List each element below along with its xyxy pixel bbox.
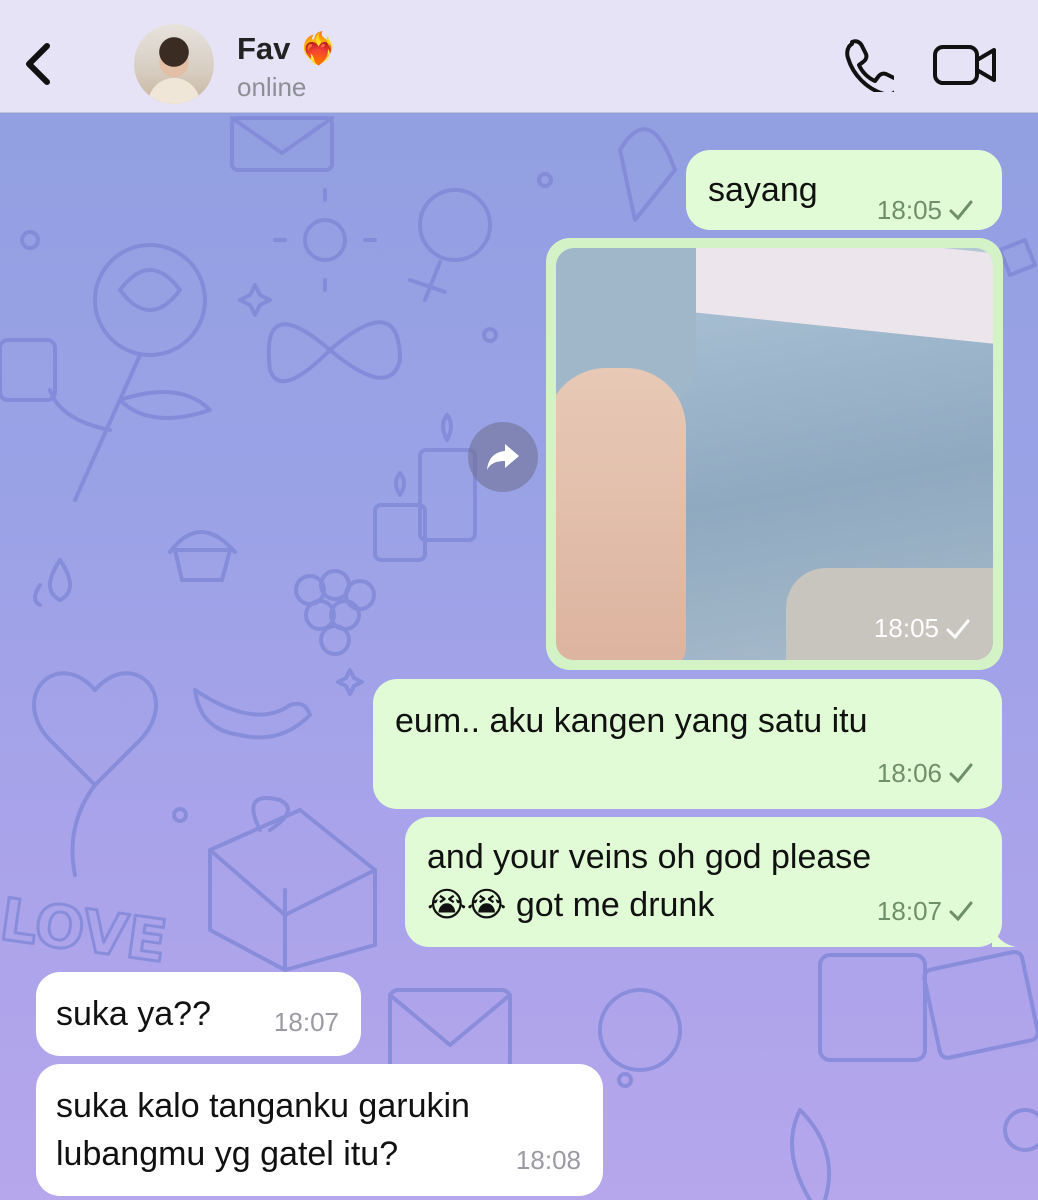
checkmark-icon	[946, 619, 970, 639]
phone-icon	[845, 39, 901, 97]
message-text: suka ya??	[56, 995, 211, 1033]
message-time: 18:05	[876, 195, 942, 225]
bubble-tail	[992, 923, 1016, 947]
message-meta: 18:07	[274, 998, 339, 1046]
message-meta: 18:05	[877, 186, 974, 234]
message-time: 18:07	[273, 1007, 339, 1037]
contact-avatar[interactable]	[134, 24, 214, 104]
message-bubble-outgoing[interactable]: and your veins oh god please 😭😭 got me d…	[405, 817, 1016, 947]
checkmark-icon	[949, 763, 973, 784]
video-camera-icon	[933, 45, 996, 85]
contact-status: online	[237, 72, 307, 102]
message-meta: 18:08	[516, 1136, 581, 1184]
message-photo[interactable]: 18:05	[556, 248, 993, 660]
photo-message-bubble[interactable]: 18:05	[546, 238, 1003, 670]
video-call-button[interactable]	[932, 40, 998, 90]
voice-call-button[interactable]	[838, 36, 901, 97]
message-time: 18:07	[876, 896, 942, 926]
forward-button[interactable]	[468, 422, 538, 492]
back-button[interactable]	[14, 30, 62, 98]
checkmark-icon	[949, 200, 973, 221]
message-text: eum.. aku kangen yang satu itu	[395, 702, 868, 740]
checkmark-icon	[949, 901, 973, 922]
message-time: 18:05	[873, 613, 939, 643]
message-time: 18:08	[515, 1145, 581, 1175]
chat-header: Fav ❤️‍🔥 online	[0, 0, 1038, 113]
message-text: sayang	[708, 171, 818, 209]
message-bubble-incoming[interactable]: suka kalo tanganku garukin lubangmu yg g…	[36, 1064, 603, 1196]
message-meta: 18:06	[877, 749, 974, 797]
svg-text:LOVE: LOVE	[0, 885, 171, 976]
message-bubble-incoming[interactable]: suka ya?? 18:07	[36, 972, 361, 1056]
message-time: 18:06	[876, 758, 942, 788]
photo-hand	[556, 368, 686, 660]
contact-name[interactable]: Fav ❤️‍🔥	[237, 30, 338, 67]
message-meta: 18:07	[877, 887, 974, 935]
chevron-left-icon	[26, 43, 50, 85]
message-meta: 18:05	[874, 613, 971, 644]
message-bubble-outgoing[interactable]: eum.. aku kangen yang satu itu 18:06	[373, 679, 1002, 809]
share-arrow-icon	[487, 444, 519, 470]
message-bubble-outgoing[interactable]: sayang 18:05	[686, 150, 1002, 230]
message-text: and your veins oh god please 😭😭 got me d…	[427, 838, 872, 924]
message-text: suka kalo tanganku garukin lubangmu yg g…	[56, 1087, 470, 1173]
